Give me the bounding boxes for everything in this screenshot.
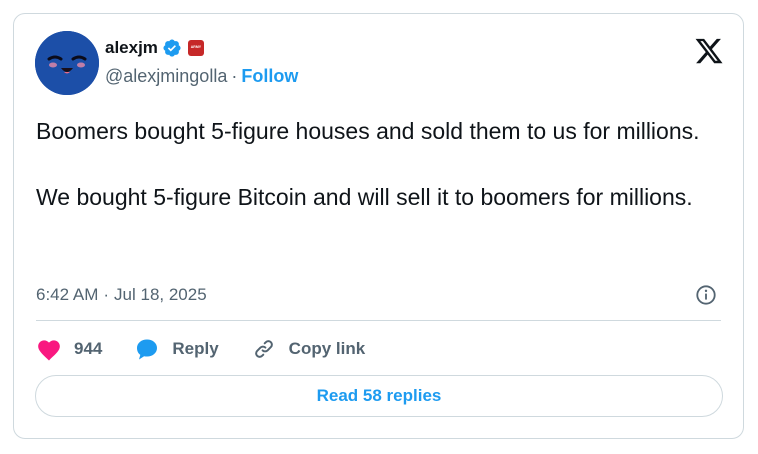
reply-bubble-icon [137,339,158,360]
heart-icon [38,340,60,361]
author-name-row: alexjm ARMY [105,36,204,60]
info-icon[interactable] [695,284,717,306]
like-button[interactable]: 944 [36,337,134,361]
x-logo-icon[interactable] [694,36,724,66]
follow-button[interactable]: Follow [241,64,298,88]
link-icon [254,340,273,358]
divider [36,320,721,321]
post-date: Jul 18, 2025 [114,285,207,304]
author-display-name[interactable]: alexjm [105,36,158,60]
handle-separator: · [231,66,238,86]
action-bar: 944 Reply Copy link [36,336,365,362]
like-count: 944 [74,339,103,358]
post-time: 6:42 AM [36,285,99,304]
read-replies-button[interactable]: Read 58 replies [35,375,723,417]
affiliation-badge-text: ARMY [190,45,202,50]
post-text: Boomers bought 5-figure houses and sold … [36,118,700,210]
timestamp-separator: · [103,285,110,304]
copy-link-label: Copy link [288,339,366,358]
copy-link-button[interactable]: Copy link [251,337,366,361]
embedded-post-card: alexjm ARMY @alexjmingolla · Follow Boom… [13,13,744,439]
author-handle-row: @alexjmingolla · Follow [105,64,298,88]
affiliation-badge[interactable]: ARMY [187,40,204,56]
verified-badge-icon [162,38,182,58]
reply-label: Reply [172,339,219,358]
post-timestamp[interactable]: 6:42 AM · Jul 18, 2025 [36,283,207,307]
avatar-face-icon [35,31,99,95]
reply-button[interactable]: Reply [134,337,250,361]
author-handle[interactable]: @alexjmingolla [105,64,227,88]
avatar[interactable] [35,31,99,95]
read-replies-label: Read 58 replies [316,386,442,405]
